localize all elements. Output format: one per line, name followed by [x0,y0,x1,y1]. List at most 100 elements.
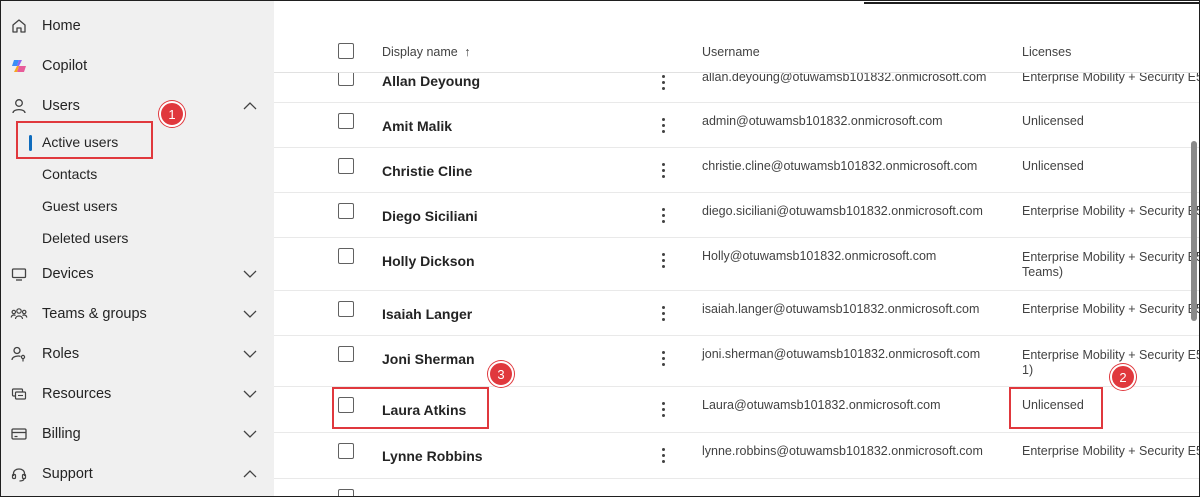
user-username: lynne.robbins@otuwamsb101832.onmicrosoft… [702,444,983,458]
nav-billing[interactable]: Billing [1,418,274,450]
nav-deleted-users[interactable]: Deleted users [1,224,274,252]
nav-home[interactable]: Home [1,10,274,42]
left-navigation: Home Copilot Users Active users Contacts… [1,1,274,496]
nav-contacts[interactable]: Contacts [1,160,274,188]
user-display-name[interactable]: Amit Malik [382,118,452,134]
table-row[interactable]: Isaiah Langer isaiah.langer@otuwamsb10183… [274,291,1200,336]
chevron-down-icon[interactable] [242,307,258,321]
admin-center-window: Home Copilot Users Active users Contacts… [0,0,1200,497]
nav-users[interactable]: Users [1,90,274,122]
sort-ascending-icon: ↑ [464,45,471,59]
nav-label: Copilot [42,58,88,74]
row-checkbox[interactable] [338,158,354,174]
chevron-down-icon[interactable] [242,347,258,361]
row-checkbox[interactable] [338,346,354,362]
more-actions-icon[interactable] [657,448,669,466]
user-username: Holly@otuwamsb101832.onmicrosoft.com [702,249,937,263]
user-display-name[interactable]: Holly Dickson [382,253,475,269]
table-row[interactable]: Diego Siciliani diego.siciliani@otuwamsb1… [274,193,1200,238]
nav-roles[interactable]: Roles [1,338,274,370]
toolbar-edge [864,1,1199,4]
callout-box-unlicensed [1009,387,1103,429]
row-checkbox[interactable] [338,443,354,459]
callout-badge-2: 2 [1110,364,1136,390]
user-license: Enterprise Mobility + Security E5 [1022,444,1200,458]
credit-card-icon [9,424,29,444]
column-label: Display name [382,45,458,59]
people-team-icon [9,304,29,324]
chevron-down-icon[interactable] [242,267,258,281]
column-username[interactable]: Username [702,45,760,59]
table-row-partial[interactable] [274,479,1199,496]
nav-label: Teams & groups [42,306,147,322]
chevron-down-icon[interactable] [242,387,258,401]
user-display-name[interactable]: Allan Deyoung [382,73,480,89]
row-checkbox[interactable] [338,301,354,317]
column-display-name[interactable]: Display name ↑ [382,45,470,59]
nav-label: Roles [42,346,80,362]
row-checkbox[interactable] [338,203,354,219]
server-stack-icon [9,384,29,404]
user-display-name[interactable]: Diego Siciliani [382,208,478,224]
vertical-scrollbar[interactable] [1191,141,1197,321]
more-actions-icon[interactable] [657,306,669,324]
table-row[interactable]: Allan Deyoung allan.deyoung@otuwamsb10183… [274,70,1199,103]
table-row[interactable]: Lynne Robbins lynne.robbins@otuwamsb10183… [274,433,1200,479]
table-row[interactable]: Christie Cline christie.cline@otuwamsb101… [274,148,1199,193]
nav-label: Deleted users [42,230,129,246]
table-row[interactable]: Holly Dickson Holly@otuwamsb101832.onmicr… [274,238,1199,291]
table-header: Display name ↑ Username Licenses [274,31,1199,73]
nav-guest-users[interactable]: Guest users [1,192,274,220]
nav-label: Users [42,98,80,114]
callout-box-laura-atkins [332,387,489,429]
row-checkbox[interactable] [338,248,354,264]
more-actions-icon[interactable] [657,163,669,181]
more-actions-icon[interactable] [657,402,669,420]
user-username: christie.cline@otuwamsb101832.onmicrosof… [702,159,978,173]
person-key-icon [9,344,29,364]
chevron-up-icon[interactable] [242,99,258,113]
user-display-name[interactable]: Lynne Robbins [382,448,483,464]
user-display-name[interactable]: Isaiah Langer [382,306,472,322]
table-row[interactable]: Joni Sherman joni.sherman@otuwamsb101832.… [274,336,1200,387]
more-actions-icon[interactable] [657,118,669,136]
more-actions-icon[interactable] [657,208,669,226]
nav-label: Resources [42,386,112,402]
user-license: Enterprise Mobility + Security E5 [1022,204,1200,218]
nav-label: Support [42,466,93,482]
user-username: diego.siciliani@otuwamsb101832.onmicroso… [702,204,983,218]
user-username: Laura@otuwamsb101832.onmicrosoft.com [702,398,941,412]
user-display-name[interactable]: Christie Cline [382,163,472,179]
nav-devices[interactable]: Devices [1,258,274,290]
callout-badge-1: 1 [159,101,185,127]
user-license: Enterprise Mobility + Security E5 [1022,348,1200,362]
nav-support[interactable]: Support [1,458,274,490]
more-actions-icon[interactable] [657,75,669,93]
callout-box-active-users [16,121,153,159]
person-icon [9,96,29,116]
nav-copilot[interactable]: Copilot [1,50,274,82]
user-username: admin@otuwamsb101832.onmicrosoft.com [702,114,943,128]
chevron-up-icon[interactable] [242,467,258,481]
nav-label: Contacts [42,166,98,182]
nav-teams-groups[interactable]: Teams & groups [1,298,274,330]
laptop-icon [9,264,29,284]
users-list-panel: Display name ↑ Username Licenses Allan D… [274,1,1200,496]
more-actions-icon[interactable] [657,253,669,271]
more-actions-icon[interactable] [657,351,669,369]
nav-label: Home [42,18,81,34]
user-license: Enterprise Mobility + Security E5 [1022,302,1200,316]
user-license: Unlicensed [1022,114,1084,128]
select-all-checkbox[interactable] [338,43,354,59]
row-checkbox[interactable] [338,113,354,129]
column-licenses[interactable]: Licenses [1022,45,1071,59]
user-display-name[interactable]: Joni Sherman [382,351,475,367]
table-row[interactable]: Amit Malik admin@otuwamsb101832.onmicroso… [274,103,1199,148]
user-license: Unlicensed [1022,159,1084,173]
row-checkbox[interactable] [338,489,354,496]
user-license-continued: 1) [1022,363,1034,377]
user-username: isaiah.langer@otuwamsb101832.onmicrosoft… [702,302,980,316]
nav-label: Billing [42,426,81,442]
chevron-down-icon[interactable] [242,427,258,441]
nav-resources[interactable]: Resources [1,378,274,410]
